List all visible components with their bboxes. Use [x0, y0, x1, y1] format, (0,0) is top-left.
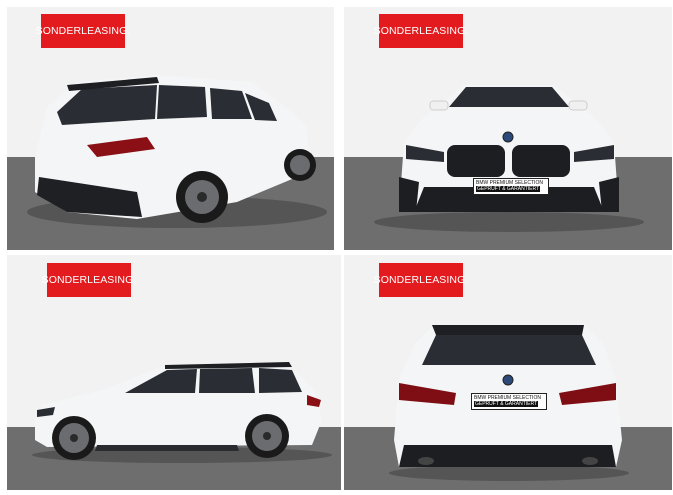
sonderleasing-badge: SONDERLEASING. — [374, 14, 468, 48]
license-plate: BMW PREMIUM SELECTION GEPRÜFT & GARANTIE… — [471, 393, 547, 410]
photo-rear-three-quarter[interactable]: SONDERLEASING. — [7, 7, 334, 250]
license-plate: BMW PREMIUM SELECTION GEPRÜFT & GARANTIE… — [473, 178, 549, 195]
sonderleasing-badge: SONDERLEASING. — [374, 263, 468, 297]
sonderleasing-badge: SONDERLEASING. — [36, 14, 130, 48]
photo-rear[interactable]: SONDERLEASING. BMW PREMIUM SELECTION GEP… — [344, 255, 672, 490]
sonderleasing-badge: SONDERLEASING. — [42, 263, 136, 297]
plate-line-2: GEPRÜFT & GARANTIERT — [474, 401, 539, 407]
photo-side[interactable]: SONDERLEASING. — [7, 255, 341, 490]
plate-line-2: GEPRÜFT & GARANTIERT — [476, 186, 541, 192]
photo-front[interactable]: SONDERLEASING. BMW PREMIUM SELECTION GEP… — [344, 7, 672, 250]
